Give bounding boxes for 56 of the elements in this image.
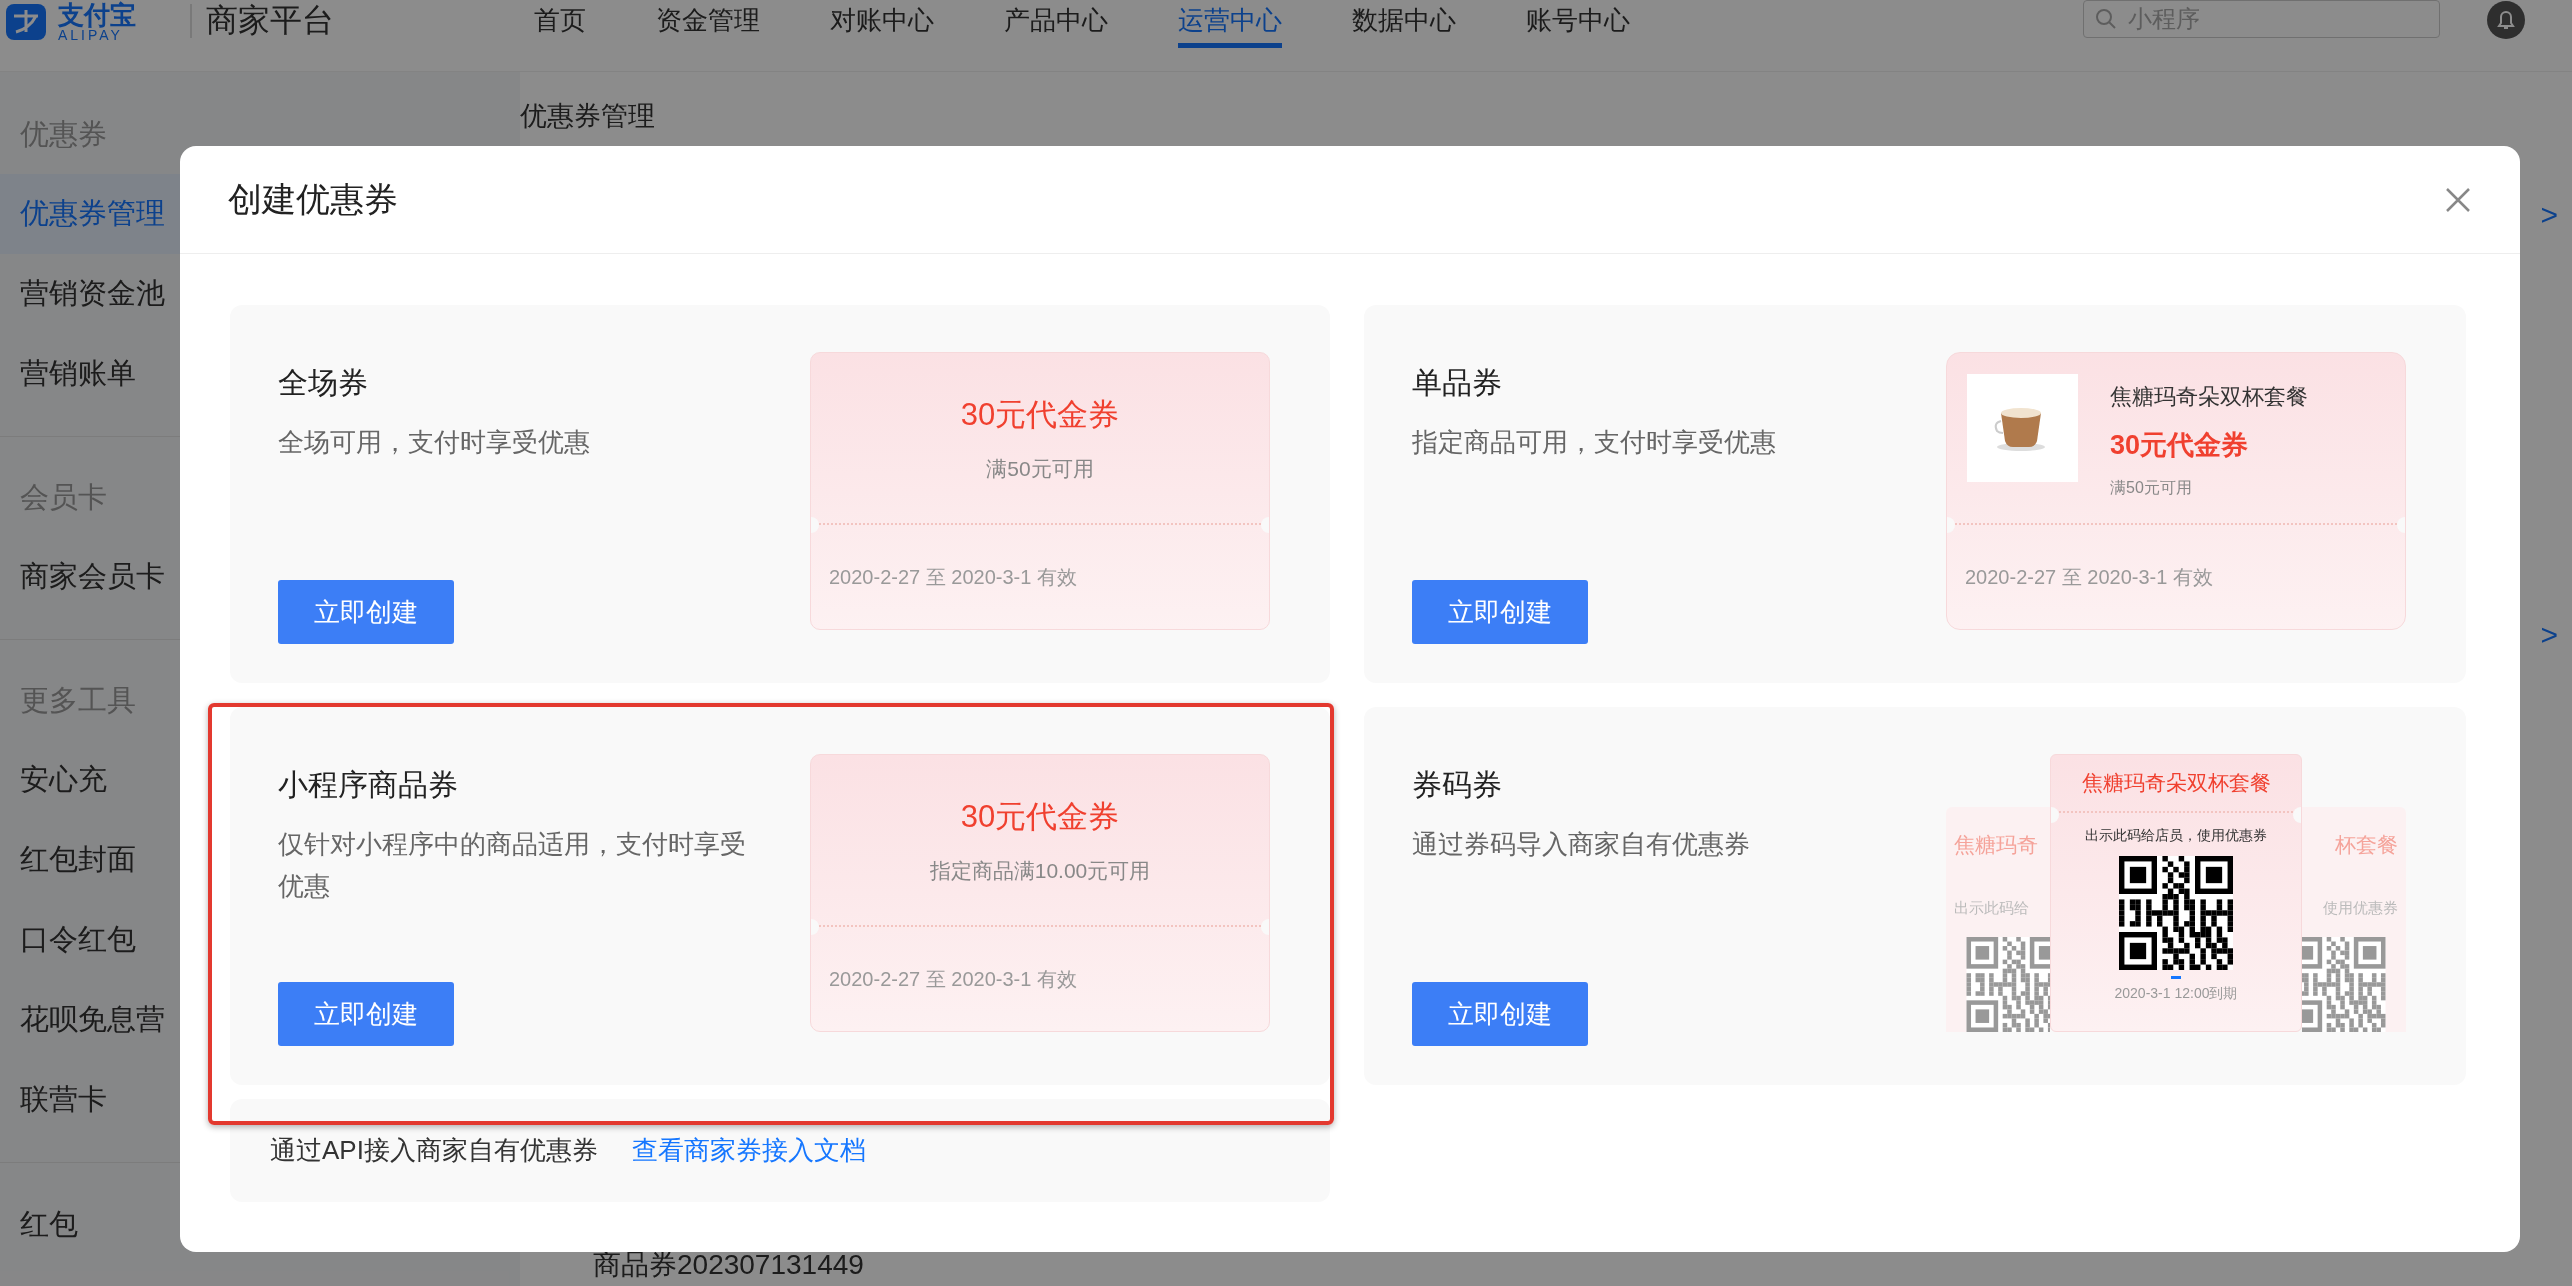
ticket-notch (1947, 517, 1955, 533)
card-description: 通过券码导入商家自有优惠券 (1412, 828, 1750, 861)
coupon-condition: 指定商品满10.00元可用 (929, 857, 1151, 884)
footer-text: 通过API接入商家自有优惠券 (270, 1134, 598, 1167)
nav-tab[interactable]: 对账中心 (830, 0, 934, 48)
nav-tab[interactable]: 运营中心 (1178, 0, 1282, 48)
product-name: 焦糖玛奇 (1954, 832, 2038, 858)
ticket-notch (1261, 919, 1269, 935)
coupon-validity: 2020-2-27 至 2020-3-1 有效 (829, 967, 1077, 992)
product-name: 焦糖玛奇朵双杯套餐 (2110, 383, 2308, 411)
product-name: 焦糖玛奇朵双杯套餐 (2081, 770, 2271, 797)
bell-icon[interactable] (2486, 0, 2526, 40)
nav-tab[interactable]: 产品中心 (1004, 0, 1108, 48)
link-arrow[interactable]: > (2540, 192, 2558, 237)
coupon-instruction: 使用优惠券 (2323, 897, 2398, 918)
coupon-condition: 满50元可用 (2110, 477, 2193, 498)
coupon-condition: 满50元可用 (986, 455, 1094, 482)
coupon-expiry: 2020-3-1 12:00到期 (2114, 984, 2238, 1003)
card-title: 单品券 (1412, 365, 1503, 401)
create-button[interactable]: 立即创建 (278, 982, 454, 1046)
card-description: 全场可用，支付时享受优惠 (278, 426, 590, 459)
card-description: 指定商品可用，支付时享受优惠 (1412, 426, 1776, 459)
create-button[interactable]: 立即创建 (1412, 982, 1588, 1046)
logo-subtext: ALIPAY (58, 28, 124, 42)
dialog-title: 创建优惠券 (228, 179, 398, 220)
card-title: 券码券 (1412, 767, 1503, 803)
coupon-instruction: 出示此码给店员，使用优惠券 (2085, 826, 2267, 845)
docs-link[interactable]: 查看商家券接入文档 (631, 1131, 866, 1170)
create-button[interactable]: 立即创建 (1412, 580, 1588, 644)
create-button[interactable]: 立即创建 (278, 580, 454, 644)
coupon-amount: 30元代金券 (960, 798, 1120, 836)
coupon-validity: 2020-2-27 至 2020-3-1 有效 (1965, 565, 2213, 590)
breadcrumb: 优惠券管理 (520, 100, 655, 133)
card-description: 仅针对小程序中的商品适用，支付时享受优惠 (278, 828, 747, 903)
coupon-amount: 30元代金券 (2110, 429, 2250, 462)
search-icon (2095, 8, 2117, 30)
nav-tab[interactable]: 资金管理 (656, 0, 760, 48)
coupon-validity: 2020-2-27 至 2020-3-1 有效 (829, 565, 1077, 590)
logo-text: 支付宝 (58, 2, 136, 28)
table-cell-text: 商品券202307131449 (593, 1248, 864, 1282)
nav-tab[interactable]: 数据中心 (1352, 0, 1456, 48)
platform-title: 商家平台 (205, 1, 335, 40)
close-icon[interactable] (2444, 185, 2472, 214)
coupon-amount: 30元代金券 (960, 396, 1120, 434)
ticket-notch (811, 919, 819, 935)
card-title: 全场券 (278, 365, 369, 401)
product-name: 杯套餐 (2335, 832, 2398, 858)
link-arrow[interactable]: > (2540, 612, 2558, 657)
ticket-notch (811, 517, 819, 533)
nav-tab[interactable]: 首页 (534, 0, 586, 48)
coupon-instruction: 出示此码给 (1954, 897, 2029, 918)
page-indicator (2171, 976, 2181, 979)
nav-tab[interactable]: 账号中心 (1526, 0, 1630, 48)
ticket-notch (2397, 517, 2405, 533)
card-title: 小程序商品券 (278, 767, 459, 803)
ticket-notch (1261, 517, 1269, 533)
